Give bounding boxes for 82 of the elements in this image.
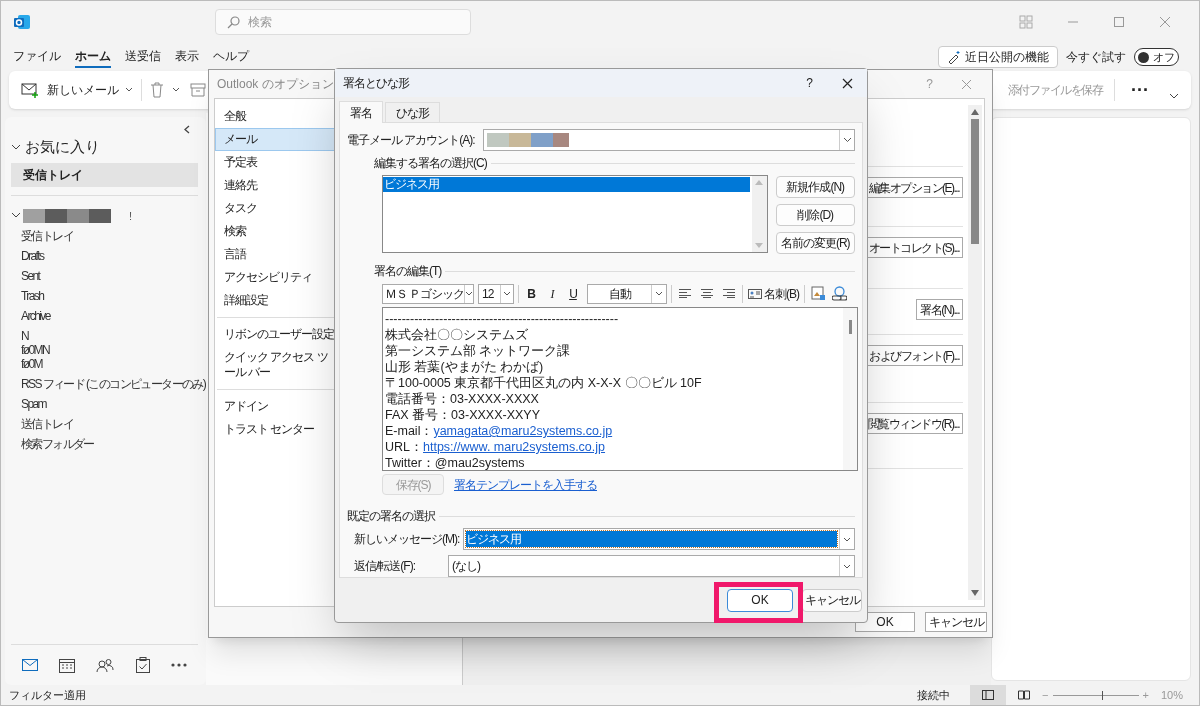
zoom-level: 10% <box>1160 687 1183 703</box>
folder-item[interactable]: Spam <box>21 394 46 414</box>
options-nav-item[interactable]: リボンのユーザー設定 <box>215 323 337 346</box>
cancel-button[interactable]: キャンセル <box>802 588 862 612</box>
more-button[interactable]: ··· <box>1123 81 1157 99</box>
list-item[interactable]: ビジネス用 <box>383 177 750 192</box>
signature-line: 電話番号：03-XXXX-XXXX <box>385 391 539 408</box>
folder-item[interactable]: 受信トレイ <box>21 226 73 246</box>
folder-item[interactable]: Trash <box>21 286 44 306</box>
settings-button[interactable]: およびフォント(F)... <box>865 345 963 366</box>
italic-button[interactable]: I <box>544 284 560 303</box>
options-nav-item[interactable]: 詳細設定 <box>215 289 337 312</box>
options-nav-item[interactable]: メール <box>215 128 337 151</box>
folder-item[interactable]: Archive <box>21 306 50 326</box>
signature-line: 〒100-0005 東京都千代田区丸の内 X-X-X 〇〇ビル 10F <box>385 375 702 392</box>
group-label: 署名の編集(T) <box>374 263 442 280</box>
menu-tab[interactable]: 送受信 <box>125 46 161 68</box>
signature-link[interactable]: yamagata@maru2systems.co.jp <box>433 423 613 440</box>
try-now-label: 今すぐ試す <box>1066 49 1126 66</box>
signature-line: Twitter：@mau2systems <box>385 455 525 470</box>
field-label: 新しいメッセージ(M): <box>354 531 460 548</box>
connection-status: 接続中 <box>917 687 951 703</box>
signature-line: 株式会社〇〇システムズ <box>385 327 528 344</box>
group-label: 編集する署名の選択(C) <box>374 155 487 172</box>
favorites-header[interactable]: お気に入り <box>25 136 100 159</box>
menu-tab[interactable]: ホーム <box>75 46 111 68</box>
folder-item[interactable]: 送信トレイ <box>21 414 73 434</box>
help-button[interactable]: ? <box>806 74 812 92</box>
dialog-title: Outlook のオプション <box>217 76 334 93</box>
signature-dropdown[interactable]: (なし) <box>448 555 855 577</box>
options-nav-item[interactable]: 全般 <box>215 105 337 128</box>
bold-button[interactable]: B <box>523 284 539 303</box>
cancel-button[interactable]: キャンセル <box>925 612 987 632</box>
template-link[interactable]: 署名テンプレートを入手する <box>454 475 597 494</box>
signature-dropdown[interactable]: ビジネス用 <box>463 528 855 550</box>
feature-preview-button[interactable]: 近日公開の機能 <box>938 46 1058 68</box>
business-card-button[interactable]: 名刺(B) <box>747 284 800 303</box>
options-nav-item[interactable]: アドイン <box>215 395 337 418</box>
list-action-button[interactable]: 名前の変更(R) <box>775 232 855 254</box>
folder-item[interactable]: N fø0MN fø0M <box>21 326 49 374</box>
tab[interactable]: 署名 <box>339 101 383 123</box>
list-action-button[interactable]: 新規作成(N) <box>775 176 855 198</box>
signature-label: E-mail： <box>385 423 434 440</box>
settings-button[interactable]: 署名(N)... <box>916 299 963 320</box>
folder-item[interactable]: RSS フィード (このコンピューターのみ) <box>21 374 206 394</box>
underline-button[interactable]: U <box>565 284 581 303</box>
signature-line: -------------------------------------------------------- <box>385 311 619 328</box>
account-mark: ! <box>129 208 133 224</box>
group-label: 既定の署名の選択 <box>347 508 435 525</box>
signature-label: URL： <box>385 439 423 456</box>
options-nav-item[interactable]: 連絡先 <box>215 174 337 197</box>
field-label: 返信/転送(F): <box>354 558 416 575</box>
tab[interactable]: ひな形 <box>385 102 440 122</box>
status-text: フィルター適用 <box>9 687 86 703</box>
options-nav-item[interactable]: トラスト センター <box>215 418 337 441</box>
options-nav-item[interactable]: 言語 <box>215 243 337 266</box>
signature-link[interactable]: https://www. maru2systems.co.jp <box>423 439 606 456</box>
dialog-title: 署名とひな形 <box>343 75 409 92</box>
signature-line: 山形 若葉(やまがた わかば) <box>385 359 544 376</box>
search-field[interactable]: 検索 <box>215 9 471 35</box>
font-dropdown[interactable]: ＭＳ Ｐゴシック <box>382 283 474 304</box>
menu-tab[interactable]: ファイル <box>13 46 61 68</box>
folder-item[interactable]: 検索フォルダー <box>21 434 94 454</box>
folder-item[interactable]: 受信トレイ <box>11 162 198 187</box>
new-mail-button[interactable]: 新しいメール <box>17 76 123 104</box>
menu-tab[interactable]: 表示 <box>175 46 199 68</box>
toggle-switch[interactable]: オフ <box>1134 48 1179 66</box>
signature-line: FAX 番号：03-XXXX-XXYY <box>385 407 541 424</box>
ok-button[interactable]: OK <box>727 588 793 612</box>
folder-item[interactable]: Drafts <box>21 246 44 266</box>
folder-item[interactable]: Sent <box>21 266 40 286</box>
options-nav-item[interactable]: 予定表 <box>215 151 337 174</box>
options-nav-item[interactable]: アクセシビリティ <box>215 266 337 289</box>
size-dropdown[interactable]: 12 <box>478 283 514 304</box>
options-nav-item[interactable]: 検索 <box>215 220 337 243</box>
options-nav-item[interactable]: クイック アクセス ツール バー <box>215 346 337 384</box>
field-label: 電子メール アカウント(A): <box>347 132 475 149</box>
options-nav-item[interactable]: タスク <box>215 197 337 220</box>
menu-tab[interactable]: ヘルプ <box>213 46 249 68</box>
color-dropdown[interactable]: 自動 <box>587 283 667 304</box>
list-action-button[interactable]: 削除(D) <box>775 204 855 226</box>
signature-line: 第一システム部 ネットワーク課 <box>385 343 571 360</box>
